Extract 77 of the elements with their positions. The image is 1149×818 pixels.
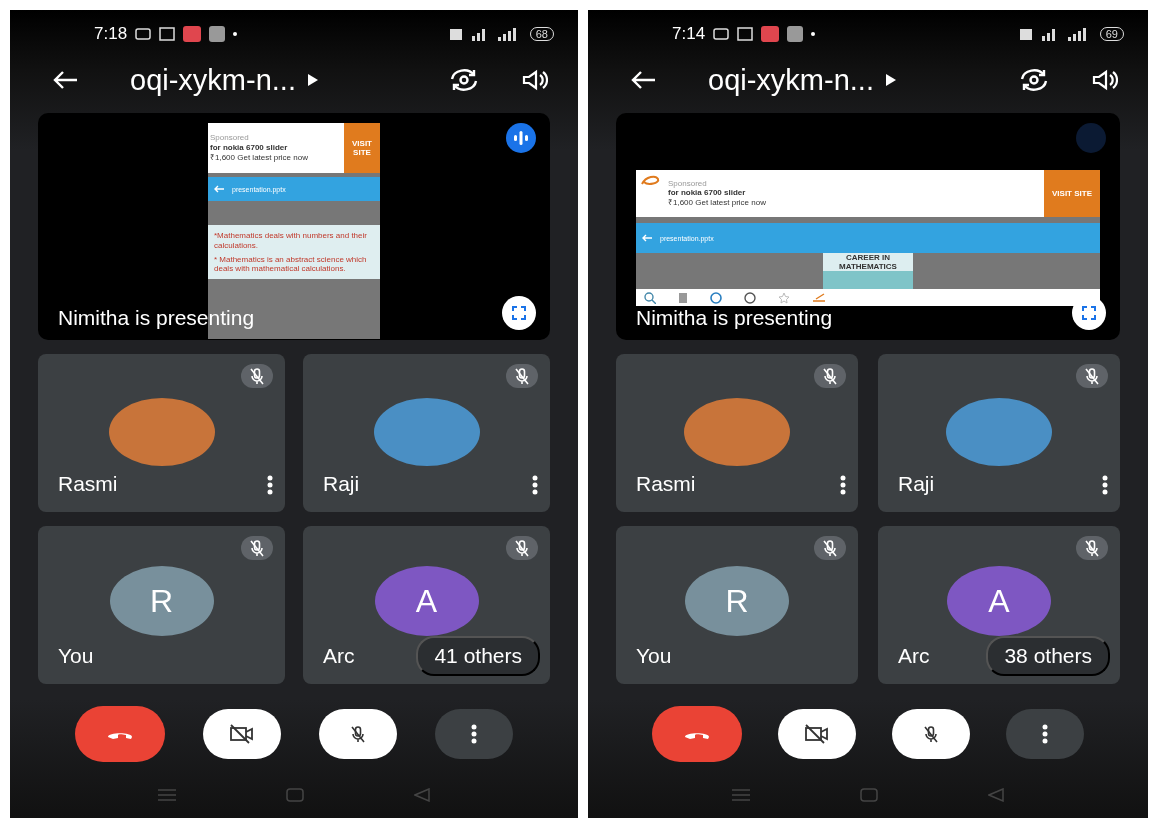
more-vertical-icon [532, 475, 538, 496]
status-time: 7:14 [672, 23, 706, 44]
search-icon[interactable] [644, 291, 656, 304]
participant-name: Rasmi [636, 472, 696, 497]
mic-off-icon [248, 539, 266, 558]
avatar-circle: A [947, 566, 1051, 637]
circle-icon[interactable] [710, 291, 722, 304]
ad-price: ₹1,600 Get latest price now [210, 153, 309, 163]
slide-text: * Mathematics is an abstract science which deals with mathematical calculations. [214, 254, 368, 274]
mic-off-icon [821, 367, 839, 386]
fullscreen-icon [1082, 306, 1096, 321]
ad-title: for nokia 6700 slider [210, 143, 289, 153]
recording-app-icon [761, 25, 780, 42]
participant-name: Raji [898, 472, 935, 497]
back-arrow-icon[interactable] [52, 70, 78, 91]
participant-name: You [58, 644, 94, 669]
others-count-button[interactable]: 38 others [986, 636, 1110, 677]
more-vertical-icon [267, 475, 273, 496]
more-vertical-icon [840, 475, 846, 496]
fullscreen-icon [512, 306, 526, 321]
mic-off-icon [513, 539, 531, 558]
microphone-off-button[interactable] [892, 709, 970, 760]
presenting-caption: Nimitha is presenting [636, 306, 833, 331]
recording-app-icon [183, 25, 202, 42]
document-notification-icon [737, 26, 754, 41]
mic-off-icon [513, 367, 531, 386]
others-count-button[interactable]: 41 others [416, 636, 540, 677]
microphone-off-button[interactable] [319, 709, 397, 760]
more-vertical-icon [1102, 475, 1108, 496]
camera-off-icon [229, 724, 255, 745]
audio-bars-icon [514, 131, 528, 146]
video-notification-icon [713, 27, 730, 40]
camera-off-button[interactable] [203, 709, 281, 760]
page-icon[interactable] [678, 291, 688, 304]
presenting-caption: Nimitha is presenting [58, 306, 255, 331]
fullscreen-button[interactable] [502, 296, 536, 331]
meeting-title[interactable]: oqi-xykm-n... [130, 64, 296, 97]
ad-label: Sponsored [668, 179, 708, 189]
avatar-circle: R [109, 566, 214, 637]
play-triangle-icon[interactable] [308, 74, 318, 87]
app-notification-icon [787, 25, 804, 42]
mic-off-icon [349, 725, 367, 744]
participant-name: Arc [898, 644, 930, 669]
dot-icon [233, 31, 238, 36]
camera-off-icon [804, 724, 830, 745]
play-triangle-icon[interactable] [886, 74, 896, 87]
participant-name: Arc [323, 644, 355, 669]
status-time: 7:18 [94, 23, 128, 44]
app-notification-icon [209, 25, 226, 42]
ad-title: for nokia 6700 slider [668, 189, 747, 199]
participant-name: You [636, 644, 672, 669]
mic-off-icon [922, 725, 940, 744]
more-vertical-icon [471, 724, 477, 745]
mic-off-icon [1083, 539, 1101, 558]
avatar-circle: R [685, 566, 789, 637]
participant-name: Raji [323, 472, 360, 497]
more-vertical-icon [1042, 724, 1048, 745]
slide-text: *Mathematics deals with numbers and their calculations. [214, 231, 368, 250]
dot-icon [811, 31, 816, 36]
document-notification-icon [159, 26, 176, 41]
pencil-icon[interactable] [812, 292, 826, 303]
mic-off-icon [1083, 367, 1101, 386]
back-arrow-icon[interactable] [630, 70, 656, 91]
meeting-title[interactable]: oqi-xykm-n... [708, 64, 874, 97]
star-icon[interactable] [778, 291, 790, 304]
mic-off-icon [248, 367, 266, 386]
camera-switch-icon[interactable] [1018, 67, 1050, 94]
ad-label: Sponsored [210, 134, 250, 143]
speaker-icon[interactable] [522, 69, 548, 92]
ad-price: ₹1,600 Get latest price now [668, 199, 767, 209]
speaker-icon[interactable] [1092, 69, 1118, 92]
avatar-circle: A [374, 566, 479, 637]
mic-off-icon [821, 539, 839, 558]
camera-off-button[interactable] [778, 709, 856, 760]
video-notification-icon [135, 27, 152, 40]
camera-switch-icon[interactable] [448, 67, 480, 94]
participant-name: Rasmi [58, 472, 118, 497]
